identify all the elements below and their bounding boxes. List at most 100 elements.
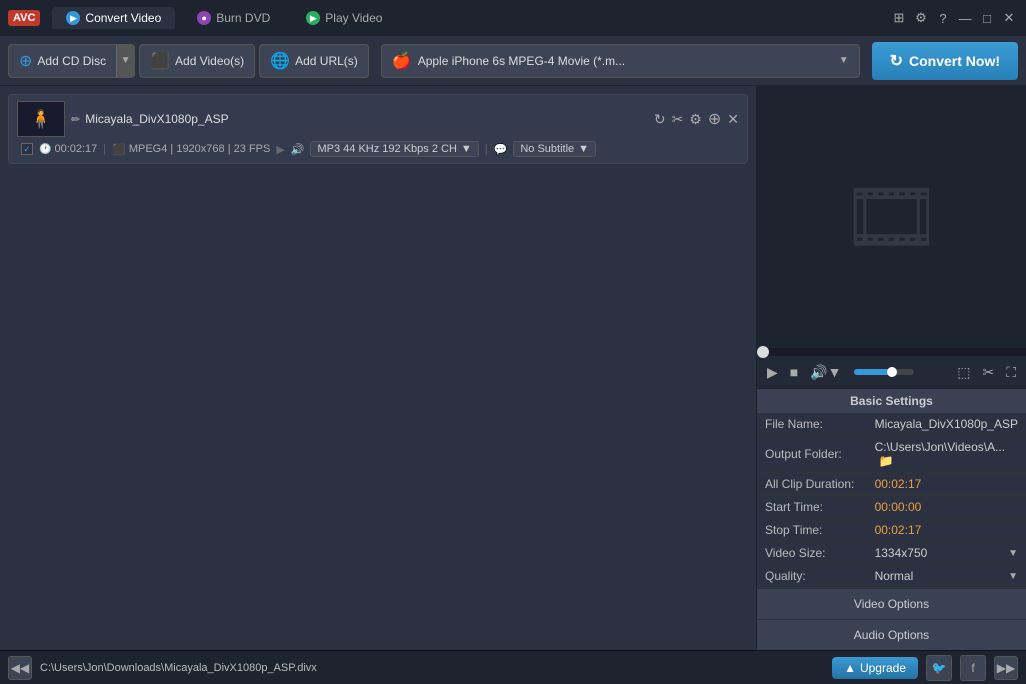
app-logo: AVC [8,10,40,26]
add-cd-arrow[interactable]: ▼ [116,45,134,77]
quality-chevron-icon: ▼ [1008,571,1018,582]
browse-folder-icon[interactable]: 📁 [879,454,894,468]
volume-slider[interactable] [854,369,914,375]
start-time-row: Start Time: 00:00:00 [757,496,1026,519]
settings2-icon[interactable]: ⚙ [689,111,702,128]
preview-area: 🎞 [757,86,1026,348]
player-progress-bar[interactable] [757,348,1026,356]
subtitle-selector[interactable]: No Subtitle ▼ [513,141,596,157]
maximize-button[interactable]: □ [978,9,996,27]
add-video-button[interactable]: ⬛ Add Video(s) [139,44,255,78]
file-name-value: Micayala_DivX1080p_ASP [867,413,1026,436]
convert-now-button[interactable]: ↻ Convert Now! [872,42,1018,80]
video-format-icon: ⬛ [112,143,126,156]
scissors-icon[interactable]: ✂ [672,111,684,128]
stop-button[interactable]: ■ [786,362,802,382]
upgrade-icon: ▲ [844,661,856,675]
video-thumbnail: 🧍 [17,101,65,137]
subtitle-value: No Subtitle [520,143,574,155]
output-folder-value: C:\Users\Jon\Videos\A... 📁 [867,436,1026,473]
audio-track-value: MP3 44 KHz 192 Kbps 2 CH [317,143,456,155]
help-icon[interactable]: ? [934,9,952,27]
separator3: | [485,143,488,155]
tab-play-video-label: Play Video [325,11,382,25]
audio-options-button[interactable]: Audio Options [757,619,1026,650]
upgrade-button[interactable]: ▲ Upgrade [832,657,918,679]
tab-burn-dvd[interactable]: ● Burn DVD [183,7,284,29]
quality-label: Quality: [757,565,867,588]
video-size-row: Video Size: 1334x750 ▼ [757,542,1026,565]
settings-icon[interactable]: ⊞ [890,9,908,27]
quality-selector[interactable]: Normal ▼ [875,569,1018,583]
video-checkbox[interactable] [21,143,33,155]
twitter-button[interactable]: 🐦 [926,655,952,681]
all-clip-duration-row: All Clip Duration: 00:02:17 [757,473,1026,496]
volume-dropdown-button[interactable]: 🔊▼ [806,362,845,383]
nav-forward-button[interactable]: ▶▶ [994,656,1018,680]
play-button[interactable]: ▶ [763,362,782,383]
video-item-details: 🕐 00:02:17 | ⬛ MPEG4 | 1920x768 | 23 FPS… [17,141,739,157]
tab-convert-video[interactable]: ▶ Convert Video [52,7,175,29]
video-options-button[interactable]: Video Options [757,588,1026,619]
stop-time-value: 00:02:17 [867,519,1026,542]
duration-detail: 🕐 00:02:17 [39,143,97,155]
settings-table: File Name: Micayala_DivX1080p_ASP Output… [757,413,1026,588]
add-video-icon: ⬛ [150,51,170,71]
add-cd-button[interactable]: ⊕ Add CD Disc ▼ [8,44,135,78]
tab-convert-video-label: Convert Video [85,11,161,25]
toolbar: ⊕ Add CD Disc ▼ ⬛ Add Video(s) 🌐 Add URL… [0,36,1026,86]
stop-time-label: Stop Time: [757,519,867,542]
settings-panel: Basic Settings File Name: Micayala_DivX1… [757,388,1026,588]
output-folder-row: Output Folder: C:\Users\Jon\Videos\A... … [757,436,1026,473]
remove-item-button[interactable]: ✕ [727,111,739,128]
settings-title: Basic Settings [757,389,1026,413]
add-item-button[interactable]: ⊕ [708,109,721,129]
video-item-header: 🧍 ✏ Micayala_DivX1080p_ASP ↻ ✂ ⚙ ⊕ ✕ [17,101,739,137]
copy-button[interactable]: ⬚ [953,362,974,383]
close-button[interactable]: ✕ [1000,9,1018,27]
thumbnail-person-icon: 🧍 [30,109,52,130]
facebook-button[interactable]: f [960,655,986,681]
progress-thumb[interactable] [757,346,769,358]
quality-row: Quality: Normal ▼ [757,565,1026,588]
trim-button[interactable]: ✂ [978,362,998,383]
format-text: Apple iPhone 6s MPEG-4 Movie (*.m... [418,54,833,68]
player-right-buttons: ⬚ ✂ ⛶ [953,362,1020,383]
refresh-icon[interactable]: ↻ [654,111,666,128]
add-url-button[interactable]: 🌐 Add URL(s) [259,44,369,78]
video-format: MPEG4 | 1920x768 | 23 FPS [129,143,270,155]
convert-icon: ↻ [890,51,903,71]
nav-back-button[interactable]: ◀◀ [8,656,32,680]
video-size-value: 1334x750 ▼ [867,542,1026,565]
format-detail: ⬛ MPEG4 | 1920x768 | 23 FPS [112,143,270,156]
apple-icon: 🍎 [392,51,412,71]
upgrade-label: Upgrade [860,661,906,675]
window-controls: ⊞ ⚙ ? — □ ✕ [890,9,1018,27]
volume-fill [854,369,890,375]
main-content: 🧍 ✏ Micayala_DivX1080p_ASP ↻ ✂ ⚙ ⊕ ✕ 🕐 [0,86,1026,650]
subtitle-icon: 💬 [494,143,508,156]
add-url-icon: 🌐 [270,51,290,71]
video-size-chevron-icon: ▼ [1008,548,1018,559]
film-roll-icon: 🎞 [841,170,943,264]
audio-track-selector[interactable]: MP3 44 KHz 192 Kbps 2 CH ▼ [310,141,478,157]
audio-icon: 🔊 [291,143,305,156]
minimize-button[interactable]: — [956,9,974,27]
edit-icon[interactable]: ✏ [71,113,80,126]
fullscreen-button[interactable]: ⛶ [1002,362,1020,383]
video-size-selector[interactable]: 1334x750 ▼ [875,546,1018,560]
audio-chevron-icon: ▼ [461,143,472,155]
file-name-label: File Name: [757,413,867,436]
separator1: | [103,143,106,155]
player-controls: ▶ ■ 🔊▼ ⬚ ✂ ⛶ [757,356,1026,388]
volume-thumb [887,367,897,377]
stop-time-row: Stop Time: 00:02:17 [757,519,1026,542]
convert-video-icon: ▶ [66,11,80,25]
tab-burn-dvd-label: Burn DVD [216,11,270,25]
video-title-row: ✏ Micayala_DivX1080p_ASP [71,112,648,126]
gear-icon[interactable]: ⚙ [912,9,930,27]
clock-icon: 🕐 [39,144,51,155]
tab-play-video[interactable]: ▶ Play Video [292,7,396,29]
format-selector[interactable]: 🍎 Apple iPhone 6s MPEG-4 Movie (*.m... ▼ [381,44,860,78]
video-item: 🧍 ✏ Micayala_DivX1080p_ASP ↻ ✂ ⚙ ⊕ ✕ 🕐 [8,94,748,164]
